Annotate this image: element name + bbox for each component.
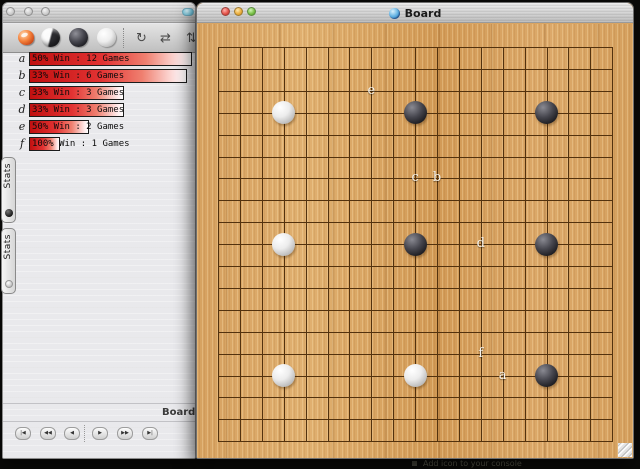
grid-line [458, 47, 460, 442]
black-stone-icon [5, 209, 13, 217]
refresh-icon[interactable]: ↻ [136, 30, 147, 46]
shell-icon[interactable] [18, 30, 34, 45]
grid-line [590, 47, 592, 442]
goban-grid[interactable]: a bc d e f [218, 47, 614, 443]
board-window: Board a bc d e f [196, 2, 634, 459]
white-stone[interactable] [272, 232, 296, 256]
grid-line [568, 47, 570, 442]
white-stone-icon [5, 280, 13, 288]
grid-line [218, 353, 613, 355]
swap-icon[interactable]: ⇄ [160, 30, 171, 46]
black-stone[interactable] [403, 232, 427, 256]
stat-row-text: 33% Win : 6 Games [32, 71, 125, 81]
drawer-tab-label: Stats [3, 234, 13, 260]
stat-row-letter: a [18, 52, 26, 65]
drawer-tab-stats-black[interactable]: Stats [1, 157, 16, 223]
toolbar-toggle-pill[interactable] [182, 8, 194, 16]
grid-line [218, 441, 613, 443]
drawer-tab-label: Stats [3, 163, 13, 189]
stats-toolbar: ↻ ⇄ ⇅ [3, 24, 195, 53]
minimize-button-inactive[interactable] [24, 7, 33, 16]
playback-toolbar: |◀ ◀◀ ◀ ▶ ▶▶ ▶| [3, 423, 195, 458]
stat-row-letter: f [19, 137, 25, 150]
app-icon [388, 7, 400, 19]
toolbar-separator [123, 28, 124, 48]
fast-rewind-button[interactable]: ◀◀ [40, 427, 56, 440]
step-forward-button[interactable]: ▶ [92, 427, 108, 440]
stats-window-titlebar[interactable] [3, 3, 195, 23]
skip-to-start-button[interactable]: |◀ [15, 427, 31, 440]
stats-list: a 50% Win : 12 Games b 33% Win : 6 Games c 33… [3, 52, 195, 458]
white-stone[interactable] [272, 101, 296, 125]
stat-row-letter: e [18, 120, 26, 133]
divider [3, 403, 195, 404]
grid-line [524, 47, 526, 442]
zoom-button-inactive[interactable] [41, 7, 50, 16]
black-stone[interactable] [403, 101, 427, 125]
playback-separator [84, 425, 85, 442]
white-stone-icon[interactable] [97, 28, 116, 47]
grid-line [437, 47, 438, 442]
window-title-text: Board [404, 6, 442, 20]
go-board[interactable]: a bc d e f [197, 24, 633, 458]
move-label-e[interactable]: e [363, 83, 379, 99]
desktop-hint-text: Add icon to your console [412, 459, 522, 469]
stat-row-letter: b [18, 69, 26, 82]
stats-window: ↻ ⇄ ⇅ a 50% Win : 12 Games b 33% Win : 6 Ga… [2, 2, 196, 459]
window-title: Board [197, 3, 633, 23]
bottom-tab-board[interactable]: Board [162, 407, 195, 419]
grid-line [218, 331, 613, 333]
black-stone[interactable] [535, 101, 558, 125]
stat-row-text: 50% Win : 2 Games [32, 122, 125, 132]
up-down-icon[interactable]: ⇅ [186, 30, 195, 46]
white-stone[interactable] [403, 364, 427, 387]
stat-row-text: 33% Win : 3 Games [32, 105, 125, 115]
move-label-d[interactable]: d [473, 236, 489, 252]
black-stone[interactable] [535, 232, 558, 256]
drawer-tab-stats-white[interactable]: Stats [1, 228, 16, 294]
grid-line [218, 397, 613, 399]
fast-forward-button[interactable]: ▶▶ [117, 427, 133, 440]
grid-line [218, 266, 613, 267]
step-back-button[interactable]: ◀ [64, 427, 80, 440]
move-label-b[interactable]: b [429, 170, 445, 186]
close-button-inactive[interactable] [6, 7, 15, 16]
move-label-f[interactable]: f [473, 346, 489, 362]
resize-grip[interactable] [618, 443, 632, 457]
move-label-a[interactable]: a [495, 368, 511, 384]
stat-row-text: 33% Win : 3 Games [32, 88, 125, 98]
move-label-c[interactable]: c [407, 170, 423, 186]
grid-line [218, 419, 613, 421]
divider [3, 421, 195, 422]
stat-row-letter: c [18, 86, 26, 99]
stat-row-letter: d [18, 103, 26, 116]
white-stone[interactable] [272, 364, 296, 387]
grid-line [218, 287, 613, 289]
stat-row-text: 100% Win : 1 Games [32, 139, 130, 149]
black-white-stone-icon[interactable] [41, 28, 60, 47]
black-stone[interactable] [535, 364, 558, 387]
black-stone-icon[interactable] [69, 28, 88, 47]
grid-line [218, 309, 613, 311]
grid-line [612, 47, 614, 442]
board-window-titlebar[interactable]: Board [197, 3, 633, 23]
stat-row-text: 50% Win : 12 Games [32, 54, 130, 64]
skip-to-end-button[interactable]: ▶| [142, 427, 158, 440]
